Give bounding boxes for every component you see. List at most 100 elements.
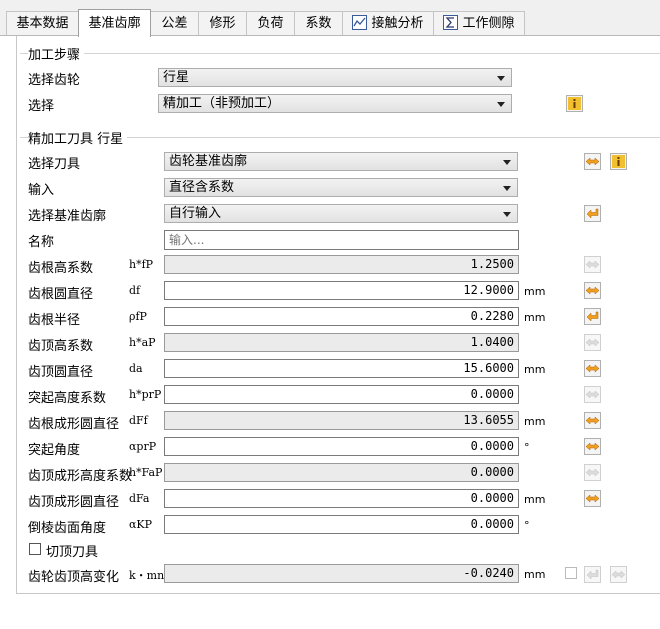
select-step-value: 精加工（非预加工）	[163, 96, 281, 111]
tab-label: 工作侧隙	[462, 16, 515, 31]
parameter-value-field[interactable]: 0.0000	[164, 515, 519, 534]
select-step-label: 选择	[28, 99, 55, 114]
name-input[interactable]	[164, 230, 519, 250]
parameter-value-field[interactable]: 0.0000	[164, 489, 519, 508]
parameter-unit: mm	[524, 363, 546, 376]
topping-tool-label: 切顶刀具	[46, 545, 99, 560]
parameter-label: 齿根圆直径	[28, 287, 94, 302]
select-gear-combo[interactable]: 行星	[158, 68, 512, 87]
parameter-value-field[interactable]: 15.6000	[164, 359, 519, 378]
double-arrow-icon	[586, 260, 599, 269]
parameter-unit: °	[524, 519, 530, 532]
sum-icon	[443, 15, 459, 30]
parameter-unit: mm	[524, 311, 546, 324]
parameter-calc-button[interactable]	[584, 464, 601, 481]
reference-profile-value: 自行输入	[169, 206, 222, 221]
select-step-combo[interactable]: 精加工（非预加工）	[158, 94, 512, 113]
reference-profile-action-button[interactable]	[584, 205, 601, 222]
double-arrow-icon	[612, 570, 625, 579]
parameter-unit: °	[524, 441, 530, 454]
tab-label: 公差	[161, 16, 188, 31]
parameter-symbol: h*FaP	[129, 466, 163, 479]
tab-reference-profile[interactable]: 基准齿廓	[78, 9, 151, 37]
select-tool-value: 齿轮基准齿廓	[169, 154, 248, 169]
tab-factors[interactable]: 系数	[294, 11, 343, 35]
parameter-label: 齿顶成形圆直径	[28, 495, 120, 510]
parameter-calc-button[interactable]	[584, 334, 601, 351]
parameter-value-field[interactable]: 12.9000	[164, 281, 519, 300]
select-gear-value: 行星	[163, 70, 190, 85]
topping-tool-checkbox[interactable]	[29, 543, 41, 555]
tab-load[interactable]: 负荷	[246, 11, 295, 35]
tab-label: 接触分析	[371, 16, 424, 31]
parameter-label: 齿顶成形高度系数	[28, 469, 133, 484]
tab-tolerances[interactable]: 公差	[150, 11, 199, 35]
parameter-value-field[interactable]: 1.0400	[164, 333, 519, 352]
parameter-symbol: dFf	[129, 414, 148, 427]
input-mode-combo[interactable]: 直径含系数	[164, 178, 518, 197]
parameter-symbol: ρfP	[129, 310, 147, 323]
parameter-value-field[interactable]: 0.0000	[164, 437, 519, 456]
parameter-value-field[interactable]: 13.6055	[164, 411, 519, 430]
parameter-calc-button[interactable]	[584, 490, 601, 507]
double-arrow-icon	[586, 157, 599, 166]
parameter-symbol: αKP	[129, 518, 153, 531]
tab-working-backlash[interactable]: 工作侧隙	[433, 11, 525, 35]
reference-profile-combo[interactable]: 自行输入	[164, 204, 518, 223]
tab-label: 修形	[209, 16, 236, 31]
parameter-label: 突起高度系数	[28, 391, 107, 406]
double-arrow-icon	[586, 442, 599, 451]
double-arrow-icon	[586, 468, 599, 477]
chevron-down-icon	[497, 76, 505, 81]
parameter-symbol: df	[129, 284, 141, 297]
parameter-symbol: h*prP	[129, 388, 162, 401]
parameter-enter-button[interactable]	[584, 308, 601, 325]
parameter-symbol: h*aP	[129, 336, 156, 349]
tab-basic-data[interactable]: 基本数据	[6, 11, 79, 35]
parameter-symbol: da	[129, 362, 143, 375]
parameter-calc-button[interactable]	[584, 256, 601, 273]
double-arrow-icon	[586, 364, 599, 373]
tab-label: 负荷	[257, 16, 284, 31]
parameter-calc-button[interactable]	[584, 360, 601, 377]
tip-alteration-enter-button[interactable]	[584, 566, 601, 583]
parameter-label: 齿顶圆直径	[28, 365, 94, 380]
tool-group-title: 精加工刀具 行星	[28, 128, 128, 147]
tab-label: 基准齿廓	[88, 16, 141, 31]
parameter-calc-button[interactable]	[584, 386, 601, 403]
parameter-label: 突起角度	[28, 443, 81, 458]
double-arrow-icon	[586, 494, 599, 503]
select-gear-label: 选择齿轮	[28, 73, 81, 88]
tip-alteration-calc-button[interactable]	[610, 566, 627, 583]
parameter-calc-button[interactable]	[584, 412, 601, 429]
double-arrow-icon	[586, 390, 599, 399]
parameter-value-field[interactable]: 0.0000	[164, 463, 519, 482]
input-mode-label: 输入	[28, 183, 55, 198]
info-icon	[612, 155, 625, 168]
tab-label: 系数	[305, 16, 332, 31]
parameter-value-field[interactable]: 0.0000	[164, 385, 519, 404]
tip-alteration-unit: mm	[524, 568, 546, 581]
convert-button[interactable]	[584, 153, 601, 170]
parameter-calc-button[interactable]	[584, 282, 601, 299]
info-button[interactable]	[566, 95, 583, 112]
enter-arrow-icon	[586, 208, 599, 219]
parameter-symbol: αprP	[129, 440, 157, 453]
tip-alteration-checkbox[interactable]	[565, 567, 577, 579]
tip-alteration-label: 齿轮齿顶高变化	[28, 570, 120, 585]
double-arrow-icon	[586, 416, 599, 425]
tip-alteration-field[interactable]: -0.0240	[164, 564, 519, 583]
chevron-down-icon	[503, 186, 511, 191]
parameter-calc-button[interactable]	[584, 438, 601, 455]
parameter-unit: mm	[524, 415, 546, 428]
parameter-unit: mm	[524, 493, 546, 506]
contact-analysis-icon	[352, 15, 368, 30]
parameter-symbol: dFa	[129, 492, 150, 505]
tool-info-button[interactable]	[610, 153, 627, 170]
select-tool-combo[interactable]: 齿轮基准齿廓	[164, 152, 518, 171]
tab-modifications[interactable]: 修形	[198, 11, 247, 35]
tab-contact-analysis[interactable]: 接触分析	[342, 11, 434, 35]
parameter-value-field[interactable]: 1.2500	[164, 255, 519, 274]
parameter-value-field[interactable]: 0.2280	[164, 307, 519, 326]
parameter-label: 齿根成形圆直径	[28, 417, 120, 432]
